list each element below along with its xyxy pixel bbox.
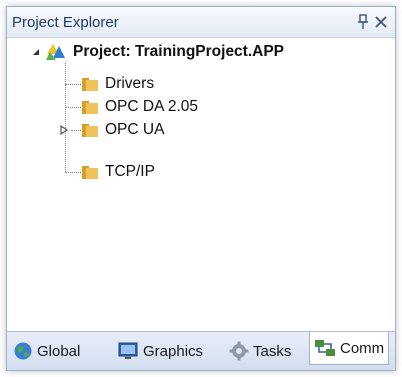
- tree-node-label: Project: TrainingProject.APP: [73, 43, 285, 60]
- folder-icon: [82, 124, 98, 137]
- tab-tasks[interactable]: Tasks: [229, 338, 291, 364]
- tab-label: Comm: [340, 339, 385, 357]
- panel-title: Project Explorer: [12, 14, 119, 31]
- close-icon[interactable]: [372, 12, 390, 32]
- tab-comm[interactable]: Comm: [309, 332, 390, 365]
- folder-icon: [82, 101, 98, 114]
- panel-header: Project Explorer: [7, 7, 395, 38]
- expand-arrow-icon[interactable]: [59, 125, 69, 135]
- tab-graphics[interactable]: Graphics: [117, 338, 203, 364]
- folder-icon: [82, 78, 98, 91]
- tree-node-label: TCP/IP: [105, 163, 155, 180]
- tree-node-opc-ua[interactable]: OPC UA: [81, 119, 164, 141]
- pin-icon[interactable]: [357, 14, 369, 30]
- tab-label: Tasks: [253, 342, 292, 360]
- explorer-tab-bar: Global Graphics Tasks Comm: [7, 331, 395, 370]
- collapse-arrow-icon[interactable]: [31, 47, 41, 57]
- tree-node-tcpip[interactable]: TCP/IP: [81, 161, 155, 183]
- graphics-icon: [118, 342, 138, 359]
- tree-node-label: Drivers: [105, 75, 155, 92]
- gear-icon: [229, 341, 249, 361]
- tree-node-drivers[interactable]: Drivers: [81, 73, 154, 95]
- comm-icon: [315, 340, 335, 356]
- tree-node-label: OPC DA 2.05: [105, 98, 199, 115]
- project-explorer-panel: Project Explorer Project: TrainingProjec…: [6, 6, 396, 371]
- project-icon: [46, 44, 65, 60]
- folder-icon: [82, 166, 98, 179]
- globe-icon: [14, 342, 32, 360]
- tab-label: Graphics: [143, 342, 204, 360]
- tab-global[interactable]: Global: [13, 338, 80, 364]
- tree-node-label: OPC UA: [105, 121, 165, 138]
- tree-node-opc-da[interactable]: OPC DA 2.05: [81, 96, 198, 118]
- tree-node-project-root[interactable]: Project: TrainingProject.APP: [31, 41, 284, 63]
- tab-label: Global: [37, 342, 81, 360]
